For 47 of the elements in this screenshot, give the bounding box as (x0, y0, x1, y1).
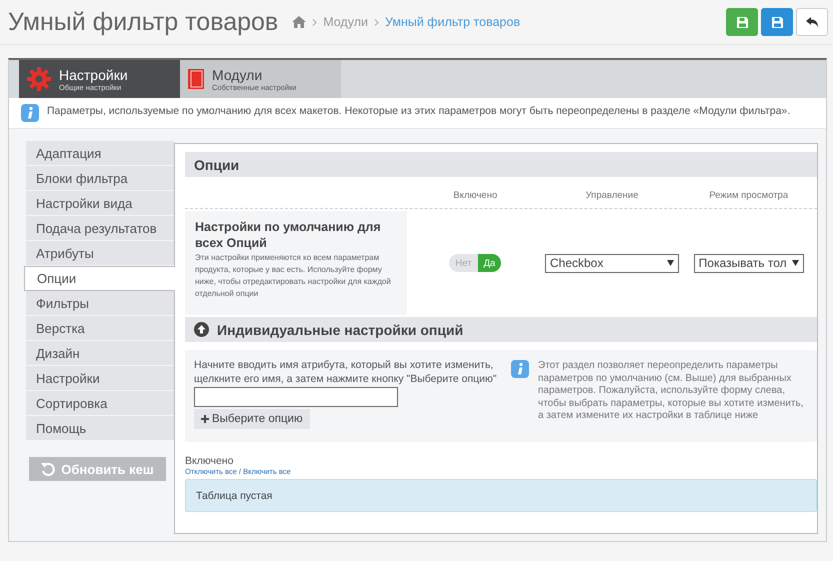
attribute-input-field[interactable] (194, 387, 398, 407)
gear-icon (27, 67, 51, 91)
sidebar-item[interactable]: Сортировка (26, 391, 175, 416)
hint-text: Начните вводить имя атрибута, который вы хотите изменить, щелкните его имя, а затем нажмите кнопку "Выберите опцию" (194, 358, 498, 386)
sidebar-item[interactable]: Подача результатов (26, 216, 175, 241)
setting-description: Эти настройки применяются ко всем параметрам продукта, которые у вас есть. Используйте форму ниже, чтобы отредактировать настройки для каждой отдельной опции (195, 252, 392, 300)
section-title: Опции (194, 156, 240, 172)
sidebar-item[interactable]: Настройки вида (26, 191, 175, 216)
sidebar-item[interactable]: Дизайн (26, 341, 175, 366)
section-title: Индивидуальные настройки опций (217, 322, 464, 338)
select-option-button[interactable]: Выберите опцию (194, 409, 310, 429)
info-icon (511, 360, 529, 378)
page-title: Умный фильтр товаров (8, 8, 278, 36)
save-icon (736, 16, 748, 28)
caret-icon (666, 260, 674, 266)
control-select[interactable]: Checkbox (544, 254, 679, 272)
refresh-icon (41, 462, 56, 476)
sidebar-item[interactable]: Настройки (26, 366, 175, 391)
caret-icon (792, 260, 799, 266)
column-header: Режим просмотра (708, 190, 790, 203)
back-button[interactable] (796, 8, 828, 36)
column-header: Включено (452, 190, 498, 203)
sidebar-item[interactable]: Блоки фильтра (26, 166, 175, 191)
column-header: Управление (584, 190, 640, 203)
plus-icon (201, 415, 209, 423)
info-icon (21, 104, 39, 122)
setting-title: Настройки по умолчанию для всех Опций (195, 219, 382, 251)
back-arrow-icon (806, 16, 818, 28)
sidebar-item[interactable]: Верстка (26, 316, 175, 341)
save-button[interactable] (726, 8, 758, 36)
breadcrumb-chevron-icon (312, 18, 318, 26)
toggle-option[interactable]: Да (478, 254, 502, 272)
sidebar-item[interactable]: Фильтры (26, 291, 175, 316)
view-mode-select[interactable]: Показывать тол (694, 254, 804, 272)
sidebar-item[interactable]: Атрибуты (26, 241, 175, 266)
sidebar-item[interactable]: Опции (24, 266, 175, 291)
empty-table-message: Таблица пустая (185, 479, 817, 512)
arrow-up-circle-icon[interactable] (194, 322, 209, 337)
enabled-label: Включено (185, 455, 234, 467)
sidebar-item[interactable]: Адаптация (26, 141, 175, 166)
book-icon (188, 69, 204, 89)
info-text: Параметры, используемые по умолчанию для всех макетов. Некоторые из этих параметров могут быть переопределены в разделе «Модули фильтра». (47, 104, 790, 119)
sidebar-item[interactable]: Помощь (26, 416, 175, 441)
note-text: Этот раздел позволяет переопределить параметры параметров по умолчанию (см. Выше) для выбранных параметров. Пожалуйста, используйте форму слева, чтобы выбрать параметры, которые вы хотите изменить, а затем измените их настройки в таблице ниже (538, 360, 804, 423)
breadcrumb-chevron-icon (374, 18, 379, 26)
home-icon[interactable] (292, 16, 306, 28)
save-icon (772, 16, 782, 28)
